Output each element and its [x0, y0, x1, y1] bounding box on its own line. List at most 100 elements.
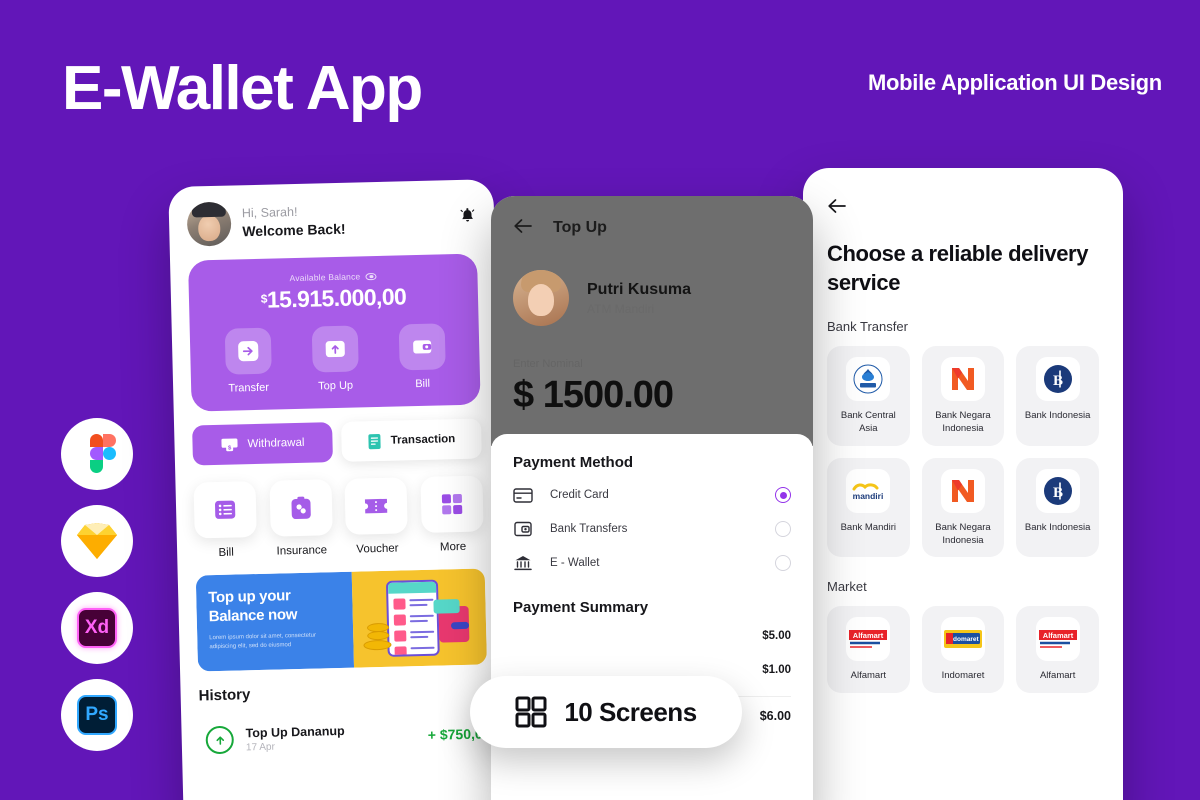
- nominal-input[interactable]: $ 1500.00: [513, 374, 791, 417]
- promo-body: Lorem ipsum dolor sit amet, consectetur …: [209, 632, 317, 650]
- payment-method-label: Credit Card: [550, 489, 609, 501]
- bank-card[interactable]: Bank Central Asia: [827, 346, 910, 446]
- section-label-bank-transfer: Bank Transfer: [827, 319, 908, 335]
- bank-card[interactable]: B Bank Indonesia: [1016, 457, 1099, 558]
- payment-method-ewallet[interactable]: E - Wallet: [513, 553, 791, 573]
- nominal-label: Enter Nominal: [513, 358, 583, 370]
- figma-icon: [76, 433, 118, 475]
- market-card[interactable]: Alfamart Alfamart: [1016, 606, 1099, 694]
- grid-four-icon: [420, 475, 484, 533]
- bank-name: Bank Mandiri: [840, 521, 897, 533]
- payment-summary-title: Payment Summary: [513, 599, 649, 616]
- bank-name: Bank Negara Indonesia: [935, 410, 991, 434]
- promo-coin: [367, 630, 390, 641]
- market-name: Alfamart: [850, 670, 887, 682]
- quick-action-voucher[interactable]: Voucher: [344, 477, 409, 556]
- quick-action-label: Insurance: [276, 544, 328, 558]
- quick-action-insurance[interactable]: Insurance: [269, 479, 333, 558]
- tool-badge-sketch[interactable]: [61, 505, 133, 577]
- list-icon: [193, 481, 257, 539]
- payment-method-credit-card[interactable]: Credit Card: [513, 485, 791, 505]
- quick-action-bill[interactable]: Bill: [193, 481, 257, 559]
- recipient-subtitle: ATM Mandiri: [587, 301, 655, 316]
- tab-withdrawal[interactable]: $ Withdrawal: [192, 422, 333, 466]
- balance-action-transfer[interactable]: Transfer: [224, 327, 272, 395]
- market-card[interactable]: Alfamart Alfamart: [827, 606, 910, 694]
- bank-name: Bank Central Asia: [840, 410, 896, 434]
- eye-icon[interactable]: [365, 272, 377, 280]
- balance-action-bill[interactable]: Bill: [398, 323, 446, 390]
- tool-rail: Xd Ps: [61, 418, 133, 751]
- recipient-name: Putri Kusuma: [587, 280, 692, 298]
- bi-logo: B: [1035, 468, 1080, 513]
- radio-credit-card[interactable]: [775, 487, 791, 503]
- tool-badge-xd[interactable]: Xd: [61, 592, 133, 664]
- arrow-left-icon[interactable]: [827, 198, 1099, 218]
- balance-action-topup[interactable]: Top Up: [311, 325, 359, 392]
- bank-card[interactable]: mandiri Bank Mandiri: [827, 457, 910, 558]
- balance-amount: $15.915.000,00: [203, 282, 465, 315]
- sketch-icon: [77, 523, 117, 559]
- quick-action-label: Voucher: [356, 542, 399, 556]
- quick-action-label: Bill: [218, 546, 234, 559]
- tool-badge-photoshop[interactable]: Ps: [61, 679, 133, 751]
- phone-screen-home: Hi, Sarah! Welcome Back! Available Balan…: [168, 179, 509, 800]
- bca-logo: [846, 357, 891, 402]
- promo-heading: Top up your Balance now: [208, 587, 298, 625]
- history-row[interactable]: Top Up Dananup 17 Apr + $750,0: [199, 709, 490, 765]
- history-title-text: Top Up Dananup: [245, 723, 345, 740]
- market-card[interactable]: Indomaret Indomaret: [921, 606, 1005, 694]
- bank-card[interactable]: Bank Negara Indonesia: [921, 346, 1005, 446]
- radio-bank-transfers[interactable]: [775, 521, 791, 537]
- promo-illustration: [351, 568, 487, 668]
- photoshop-icon: Ps: [77, 695, 117, 735]
- arrow-left-icon[interactable]: [513, 218, 533, 238]
- payment-method-title: Payment Method: [513, 454, 634, 471]
- payment-method-bank-transfers[interactable]: Bank Transfers: [513, 519, 791, 539]
- mandiri-logo: mandiri: [846, 468, 891, 513]
- receipt-icon: [368, 433, 381, 449]
- svg-text:B: B: [1053, 485, 1063, 501]
- bni-logo: [940, 468, 985, 513]
- page-subtitle: Mobile Application UI Design: [868, 70, 1162, 95]
- bank-card[interactable]: Bank Negara Indonesia: [921, 457, 1005, 558]
- radio-ewallet[interactable]: [775, 555, 791, 571]
- history-title: History: [198, 686, 251, 705]
- promo-wallet-graphic: [438, 605, 470, 643]
- quick-action-more[interactable]: More: [420, 475, 484, 554]
- balance-label: Available Balance: [289, 271, 361, 284]
- bank-name: Bank Indonesia: [1024, 410, 1091, 422]
- wallet-icon: [398, 323, 446, 371]
- svg-text:mandiri: mandiri: [853, 491, 884, 501]
- balance-card: Available Balance $15.915.000,00 Transfe…: [188, 253, 481, 412]
- market-name: Alfamart: [1039, 670, 1076, 682]
- payment-method-label: Bank Transfers: [550, 523, 628, 535]
- screens-count-badge: 10 Screens: [470, 676, 742, 748]
- arrow-up-circle-icon: [205, 725, 235, 755]
- summary-row: $5.00: [513, 630, 791, 642]
- market-grid: Alfamart Alfamart Indomaret Indomaret Al…: [827, 606, 1099, 694]
- promo-banner[interactable]: Top up your Balance now Lorem ipsum dolo…: [195, 568, 487, 672]
- summary-value: $5.00: [762, 630, 791, 642]
- bell-icon[interactable]: [459, 207, 477, 228]
- bank-card[interactable]: B Bank Indonesia: [1016, 346, 1099, 446]
- quick-action-label: More: [439, 540, 467, 554]
- screens-count-label: 10 Screens: [564, 696, 697, 727]
- avatar: [186, 201, 232, 247]
- bank-name: Bank Negara Indonesia: [935, 521, 991, 546]
- svg-text:Alfamart: Alfamart: [1042, 631, 1073, 640]
- quick-actions: Bill Insurance Voucher More: [193, 475, 484, 559]
- ticket-icon: [344, 477, 409, 535]
- bank-name: Bank Indonesia: [1024, 521, 1091, 533]
- svg-text:Alfamart: Alfamart: [853, 631, 884, 640]
- grid-icon: [515, 696, 547, 728]
- summary-value: $1.00: [762, 664, 791, 676]
- balance-actions: Transfer Top Up Bill: [204, 323, 467, 395]
- balance-action-label: Transfer: [228, 381, 270, 395]
- tool-badge-figma[interactable]: [61, 418, 133, 490]
- svg-text:B: B: [1053, 373, 1063, 389]
- balance-action-label: Bill: [415, 377, 431, 391]
- alfamart-logo: Alfamart: [846, 617, 891, 662]
- tab-transaction[interactable]: Transaction: [341, 418, 482, 462]
- balance-action-label: Top Up: [318, 379, 354, 393]
